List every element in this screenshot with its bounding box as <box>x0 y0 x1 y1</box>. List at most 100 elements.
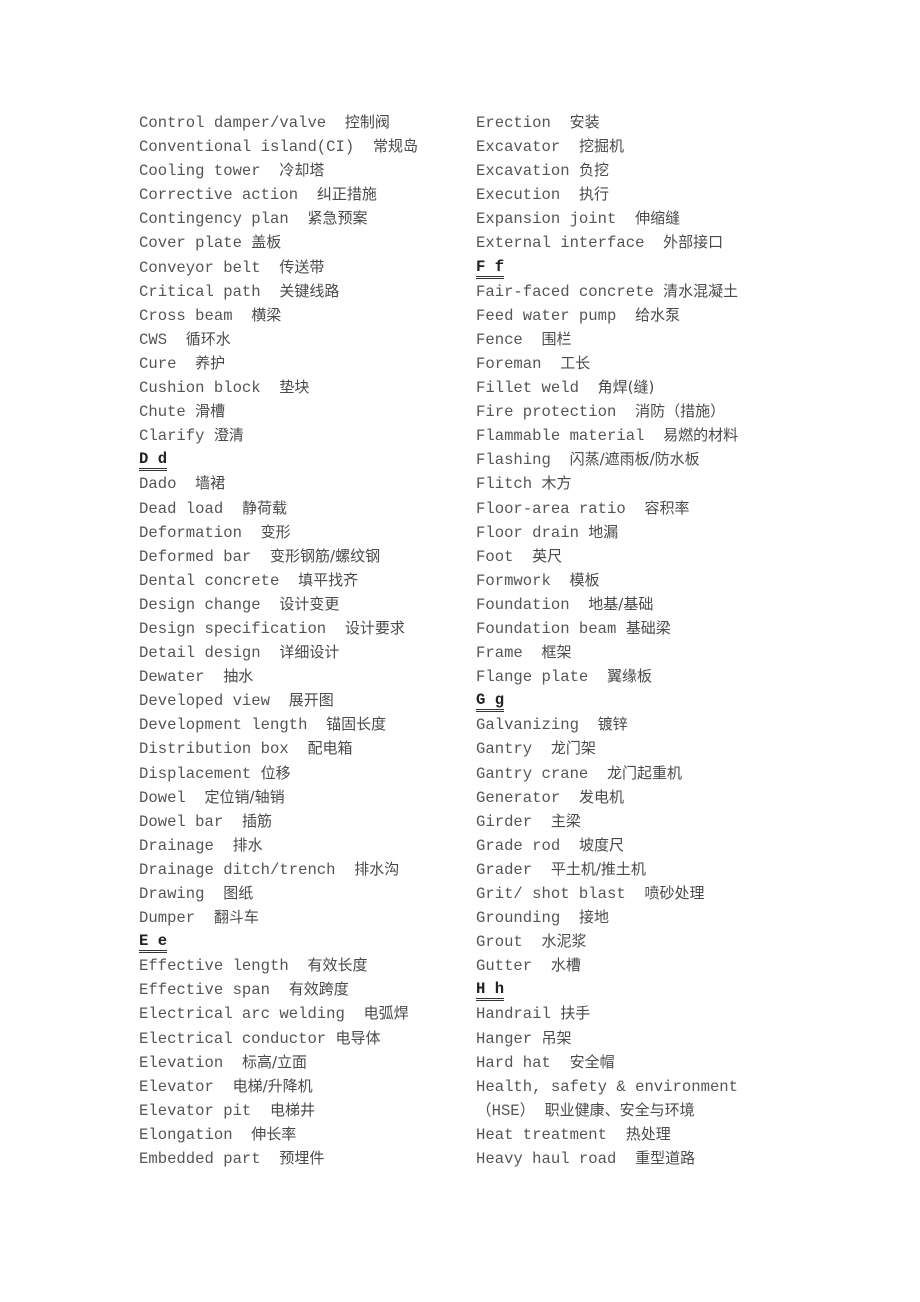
term-chinese: 排水 <box>232 835 263 854</box>
term-chinese: 排水沟 <box>354 859 400 878</box>
term-english: Control damper/valve <box>139 114 345 132</box>
glossary-entry: Displacement 位移 <box>139 761 418 785</box>
term-english: Formwork <box>476 571 570 590</box>
term-english: Floor-area ratio <box>476 499 645 518</box>
term-english: Detail design <box>139 644 280 663</box>
glossary-entry: Drawing 图纸 <box>139 881 418 905</box>
section-heading-letter: H h <box>476 980 505 1002</box>
term-chinese: 翻斗车 <box>213 908 259 927</box>
glossary-entry: Elevator pit 电梯井 <box>139 1098 418 1122</box>
term-english: Design specification <box>139 619 345 638</box>
term-chinese: 喷砂处理 <box>644 884 705 902</box>
glossary-entry: Dead load 静荷载 <box>139 496 418 520</box>
term-chinese: 镀锌 <box>597 715 628 734</box>
term-chinese: 填平找齐 <box>298 570 359 589</box>
term-chinese: 电导体 <box>335 1028 381 1047</box>
term-english: Foreman <box>476 354 561 373</box>
term-chinese: 角焊(缝) <box>597 378 655 397</box>
glossary-entry: Electrical conductor 电导体 <box>139 1026 418 1050</box>
term-english: Heat treatment <box>476 1125 626 1144</box>
glossary-entry: Floor-area ratio 容积率 <box>476 496 738 520</box>
glossary-entry: Expansion joint 伸缩缝 <box>476 206 738 230</box>
term-chinese: 伸长率 <box>251 1124 297 1143</box>
glossary-entry: Dumper 翻斗车 <box>139 905 418 929</box>
glossary-entry: Handrail 扶手 <box>476 1001 738 1025</box>
glossary-entry: CWS 循环水 <box>139 327 418 351</box>
term-english: Drainage <box>139 836 233 855</box>
term-english: Gantry crane <box>476 764 608 783</box>
glossary-entry: Excavation 负挖 <box>476 158 738 182</box>
glossary-entry: Control damper/valve 控制阀 <box>139 110 418 134</box>
section-heading: F f <box>476 255 738 279</box>
term-english: Dewater <box>139 668 224 687</box>
term-chinese: 电弧焊 <box>363 1004 409 1023</box>
term-chinese: 吊架 <box>541 1028 572 1047</box>
glossary-entry: Feed water pump 给水泵 <box>476 303 738 327</box>
glossary-entry: Health, safety & environment <box>476 1074 738 1098</box>
term-chinese: 静荷载 <box>241 498 287 517</box>
term-chinese: 位移 <box>260 763 291 782</box>
term-english: Floor drain <box>476 523 589 542</box>
term-english: CWS <box>139 330 186 349</box>
term-english: Flashing <box>476 451 570 470</box>
term-english: Contingency plan <box>139 210 308 229</box>
term-english: Handrail <box>476 1005 561 1024</box>
term-english: Galvanizing <box>476 716 598 735</box>
glossary-entry: Generator 发电机 <box>476 785 738 809</box>
term-chinese: 平土机/推土机 <box>550 859 646 878</box>
term-chinese: 接地 <box>578 908 609 927</box>
glossary-entry: Galvanizing 镀锌 <box>476 712 738 736</box>
term-chinese: 围栏 <box>541 329 572 348</box>
glossary-entry: Deformation 变形 <box>139 520 418 544</box>
section-heading: G g <box>476 688 738 713</box>
glossary-entry: Detail design 详细设计 <box>139 640 418 664</box>
term-chinese: 负挖 <box>578 161 609 180</box>
term-english: Electrical arc welding <box>139 1005 364 1024</box>
term-english: Distribution box <box>139 740 308 759</box>
term-english: Grounding <box>476 909 579 928</box>
glossary-entry: External interface 外部接口 <box>476 230 738 254</box>
term-chinese: 垫块 <box>279 378 310 397</box>
term-english: Conventional island(CI) <box>139 138 373 157</box>
term-english: Excavation <box>476 162 579 181</box>
glossary-entry: Cushion block 垫块 <box>139 375 418 399</box>
term-english: Cure <box>139 354 196 373</box>
term-english: Heavy haul road <box>476 1150 636 1169</box>
term-chinese: 龙门架 <box>550 739 596 758</box>
term-chinese: 有效长度 <box>307 956 368 975</box>
term-chinese: 抽水 <box>223 667 254 686</box>
term-english: Hanger <box>476 1029 542 1048</box>
glossary-entry: Foundation 地基/基础 <box>476 592 738 616</box>
glossary-entry: Drainage 排水 <box>139 833 418 857</box>
term-english: Flammable material <box>476 427 664 446</box>
term-chinese: 模板 <box>569 570 600 589</box>
term-english: External interface <box>476 234 664 253</box>
term-english: Health, safety & environment <box>476 1077 739 1096</box>
term-english: Fillet weld <box>476 379 598 398</box>
glossary-entry: Grit/ shot blast 喷砂处理 <box>476 881 738 905</box>
term-english: Gutter <box>476 957 551 976</box>
term-chinese: 有效跨度 <box>288 980 349 999</box>
term-english: Hard hat <box>476 1053 570 1072</box>
glossary-entry: Cure 养护 <box>139 351 418 375</box>
section-heading: D d <box>139 447 418 472</box>
term-chinese: 纠正措施 <box>316 185 377 204</box>
term-english: Dumper <box>139 909 214 928</box>
glossary-entry: Girder 主梁 <box>476 809 738 833</box>
term-chinese: 水槽 <box>550 956 581 975</box>
term-chinese: 紧急预案 <box>307 209 368 228</box>
term-english: Developed view <box>139 692 289 711</box>
glossary-entry: Erection 安装 <box>476 110 738 134</box>
term-chinese: 基础梁 <box>625 618 671 637</box>
glossary-entry: Deformed bar 变形钢筋/螺纹钢 <box>139 544 418 568</box>
term-english: Grader <box>476 860 551 879</box>
term-english: Critical path <box>139 282 280 301</box>
term-chinese: 盖板 <box>251 233 282 252</box>
term-english: Dental concrete <box>139 571 299 590</box>
glossary-entry: Contingency plan 紧急预案 <box>139 206 418 230</box>
section-heading: E e <box>139 929 418 954</box>
term-english: Elevator <box>139 1077 233 1096</box>
term-english: Chute <box>139 403 196 422</box>
glossary-entry: Drainage ditch/trench 排水沟 <box>139 857 418 881</box>
term-chinese: 控制阀 <box>344 113 390 131</box>
